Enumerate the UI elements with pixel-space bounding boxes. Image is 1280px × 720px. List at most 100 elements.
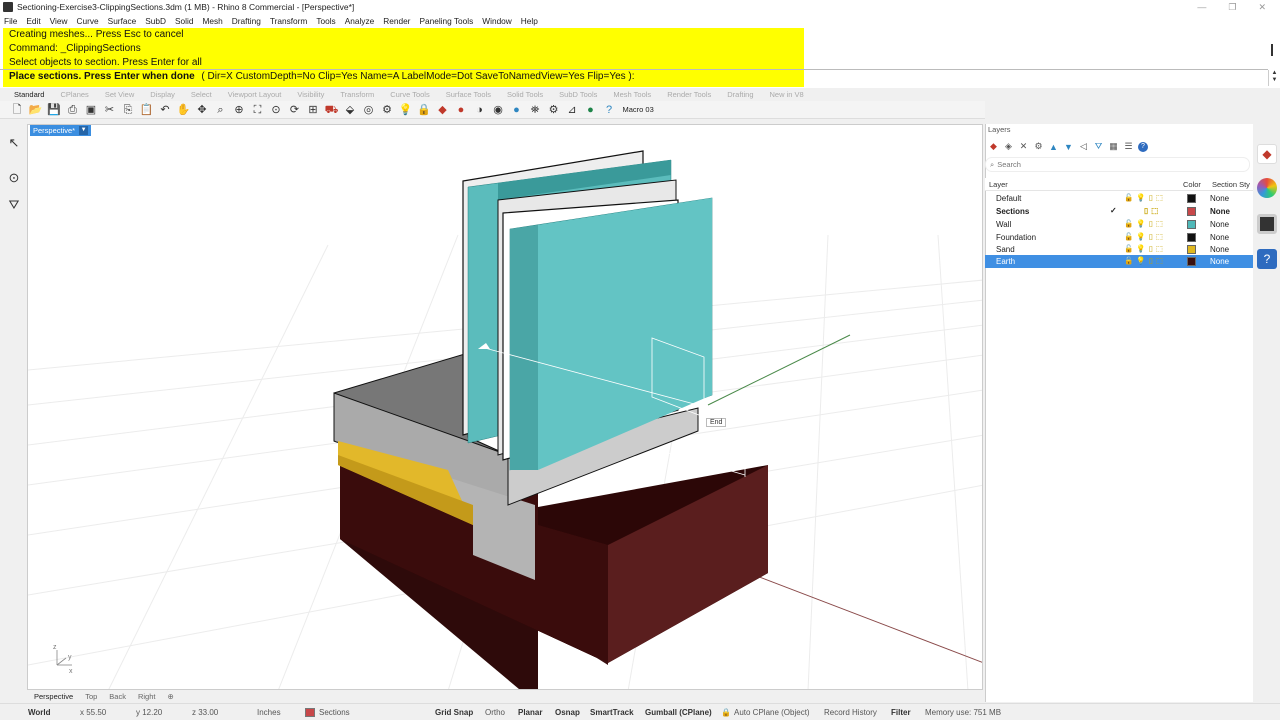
layer-row-sections[interactable]: Sections ✓ ▯ ⬚ None: [985, 205, 1253, 218]
layer-color-swatch[interactable]: [1187, 257, 1196, 266]
rotate-view-icon[interactable]: ⟳: [288, 103, 302, 117]
menu-transform[interactable]: Transform: [270, 16, 308, 26]
new-sublayer-icon[interactable]: ◈: [1003, 141, 1014, 152]
layer-row-sand[interactable]: Sand 🔓 💡 ▯ ⬚ None: [985, 243, 1253, 256]
layer-row-default[interactable]: Default 🔓 💡 ▯ ⬚ None: [985, 192, 1253, 205]
layer-options-icon[interactable]: ⚙: [1033, 141, 1044, 152]
perspective-viewport[interactable]: z y x: [27, 124, 983, 690]
zoom-extents-icon[interactable]: ⛶: [251, 103, 265, 117]
menu-paneling-tools[interactable]: Paneling Tools: [419, 16, 473, 26]
display-tab-icon[interactable]: [1257, 214, 1277, 234]
status-ortho[interactable]: Ortho: [485, 708, 505, 717]
layer-section-style[interactable]: None: [1210, 257, 1229, 266]
menu-file[interactable]: File: [4, 16, 17, 26]
tab-viewport-layout[interactable]: Viewport Layout: [228, 90, 282, 99]
light-icon[interactable]: 💡: [399, 103, 413, 117]
layer-state-icons[interactable]: 🔓 💡 ▯ ⬚: [1124, 219, 1163, 228]
status-smarttrack[interactable]: SmartTrack: [590, 708, 634, 717]
column-color[interactable]: Color: [1183, 180, 1201, 189]
layer-section-style[interactable]: None: [1210, 207, 1230, 216]
layer-state-icons[interactable]: 🔓 💡 ▯ ⬚: [1124, 244, 1163, 253]
command-options[interactable]: ( Dir=X CustomDepth=No Clip=Yes Name=A L…: [201, 71, 634, 82]
open-file-icon[interactable]: 📂: [29, 103, 43, 117]
status-record-history[interactable]: Record History: [824, 708, 877, 717]
copy-icon[interactable]: ⎘: [121, 103, 135, 117]
tab-curve-tools[interactable]: Curve Tools: [390, 90, 429, 99]
pan-icon[interactable]: ✋: [177, 103, 191, 117]
layer-section-style[interactable]: None: [1210, 233, 1229, 242]
layer-color-swatch[interactable]: [1187, 220, 1196, 229]
layer-state-icons[interactable]: ▯ ⬚: [1124, 206, 1158, 215]
selection-filter-icon[interactable]: ⛛: [5, 196, 23, 214]
menu-icon[interactable]: ☰: [1123, 141, 1134, 152]
status-auto-cplane[interactable]: Auto CPlane (Object): [734, 708, 810, 717]
viewport-menu-chevron-icon[interactable]: ▼: [79, 126, 89, 135]
status-grid-snap[interactable]: Grid Snap: [435, 708, 473, 717]
layer-color-swatch[interactable]: [1187, 207, 1196, 216]
layers-tab-icon[interactable]: ◆: [1257, 144, 1277, 164]
layer-row-wall[interactable]: Wall 🔓 💡 ▯ ⬚ None: [985, 218, 1253, 231]
move-to-parent-icon[interactable]: ◁: [1078, 141, 1089, 152]
menu-subd[interactable]: SubD: [145, 16, 166, 26]
columns-icon[interactable]: ▦: [1108, 141, 1119, 152]
menu-edit[interactable]: Edit: [26, 16, 40, 26]
help-icon[interactable]: ?: [602, 103, 616, 117]
status-osnap[interactable]: Osnap: [555, 708, 580, 717]
layer-row-earth[interactable]: Earth 🔓 💡 ▯ ⬚ None: [985, 255, 1253, 268]
tab-drafting[interactable]: Drafting: [727, 90, 753, 99]
viewtab-top[interactable]: Top: [85, 692, 97, 701]
macro-button[interactable]: Macro 03: [623, 105, 654, 114]
column-layer[interactable]: Layer: [989, 180, 1008, 189]
minimize-button[interactable]: —: [1197, 2, 1206, 13]
tab-standard[interactable]: Standard: [14, 90, 44, 99]
snapshot-icon[interactable]: ⛯: [528, 103, 542, 117]
menu-curve[interactable]: Curve: [77, 16, 99, 26]
lock-icon[interactable]: 🔒: [417, 103, 431, 117]
print-icon[interactable]: ⎙: [66, 103, 80, 117]
cut-icon[interactable]: ✂: [103, 103, 117, 117]
rendered-view-icon[interactable]: ◉: [491, 103, 505, 117]
tab-set-view[interactable]: Set View: [105, 90, 134, 99]
tab-transform[interactable]: Transform: [340, 90, 374, 99]
undo-icon[interactable]: ↶: [158, 103, 172, 117]
menu-mesh[interactable]: Mesh: [202, 16, 222, 26]
layer-row-foundation[interactable]: Foundation 🔓 💡 ▯ ⬚ None: [985, 231, 1253, 244]
tab-visibility[interactable]: Visibility: [297, 90, 324, 99]
menu-surface[interactable]: Surface: [108, 16, 137, 26]
layer-section-style[interactable]: None: [1210, 220, 1229, 229]
gumball-icon[interactable]: ◎: [362, 103, 376, 117]
menu-solid[interactable]: Solid: [175, 16, 193, 26]
layout-icon[interactable]: ▣: [84, 103, 98, 117]
options-gear-icon[interactable]: ⚙: [547, 103, 561, 117]
save-icon[interactable]: 💾: [47, 103, 61, 117]
render-icon[interactable]: ●: [584, 103, 598, 117]
layer-color-swatch[interactable]: [1187, 233, 1196, 242]
command-line-scroll[interactable]: ▲ ▼: [1268, 70, 1280, 86]
tab-new-in-v8[interactable]: New in V8: [770, 90, 804, 99]
menu-view[interactable]: View: [50, 16, 68, 26]
zoom-window-icon[interactable]: ⊕: [232, 103, 246, 117]
layer-color-swatch[interactable]: [1187, 245, 1196, 254]
dimensions-icon[interactable]: ⊿: [565, 103, 579, 117]
material-sphere-icon[interactable]: ●: [510, 103, 524, 117]
new-file-icon[interactable]: 🗋: [10, 103, 24, 117]
help-icon[interactable]: ?: [1138, 141, 1148, 152]
menu-tools[interactable]: Tools: [316, 16, 335, 26]
layer-state-icons[interactable]: 🔓 💡 ▯ ⬚: [1124, 232, 1163, 241]
command-prompt-line[interactable]: Place sections. Press Enter when done ( …: [9, 71, 635, 82]
tab-cplanes[interactable]: CPlanes: [60, 90, 88, 99]
status-planar[interactable]: Planar: [518, 708, 542, 717]
viewtab-back[interactable]: Back: [109, 692, 126, 701]
move-up-icon[interactable]: ▲: [1048, 142, 1059, 152]
tab-solid-tools[interactable]: Solid Tools: [507, 90, 543, 99]
column-section-style[interactable]: Section Sty: [1212, 180, 1250, 189]
tab-select[interactable]: Select: [191, 90, 212, 99]
viewport-title-tab[interactable]: Perspective* ▼: [30, 125, 92, 136]
layer-section-style[interactable]: None: [1210, 194, 1229, 203]
status-current-layer[interactable]: Sections: [319, 708, 350, 717]
menu-render[interactable]: Render: [383, 16, 410, 26]
set-cplane-icon[interactable]: ⬙: [343, 103, 357, 117]
shaded-view-icon[interactable]: ◑: [473, 103, 487, 117]
zoom-icon[interactable]: ⌕: [214, 103, 228, 117]
layer-search-input[interactable]: ⌕ Search: [985, 157, 1250, 172]
